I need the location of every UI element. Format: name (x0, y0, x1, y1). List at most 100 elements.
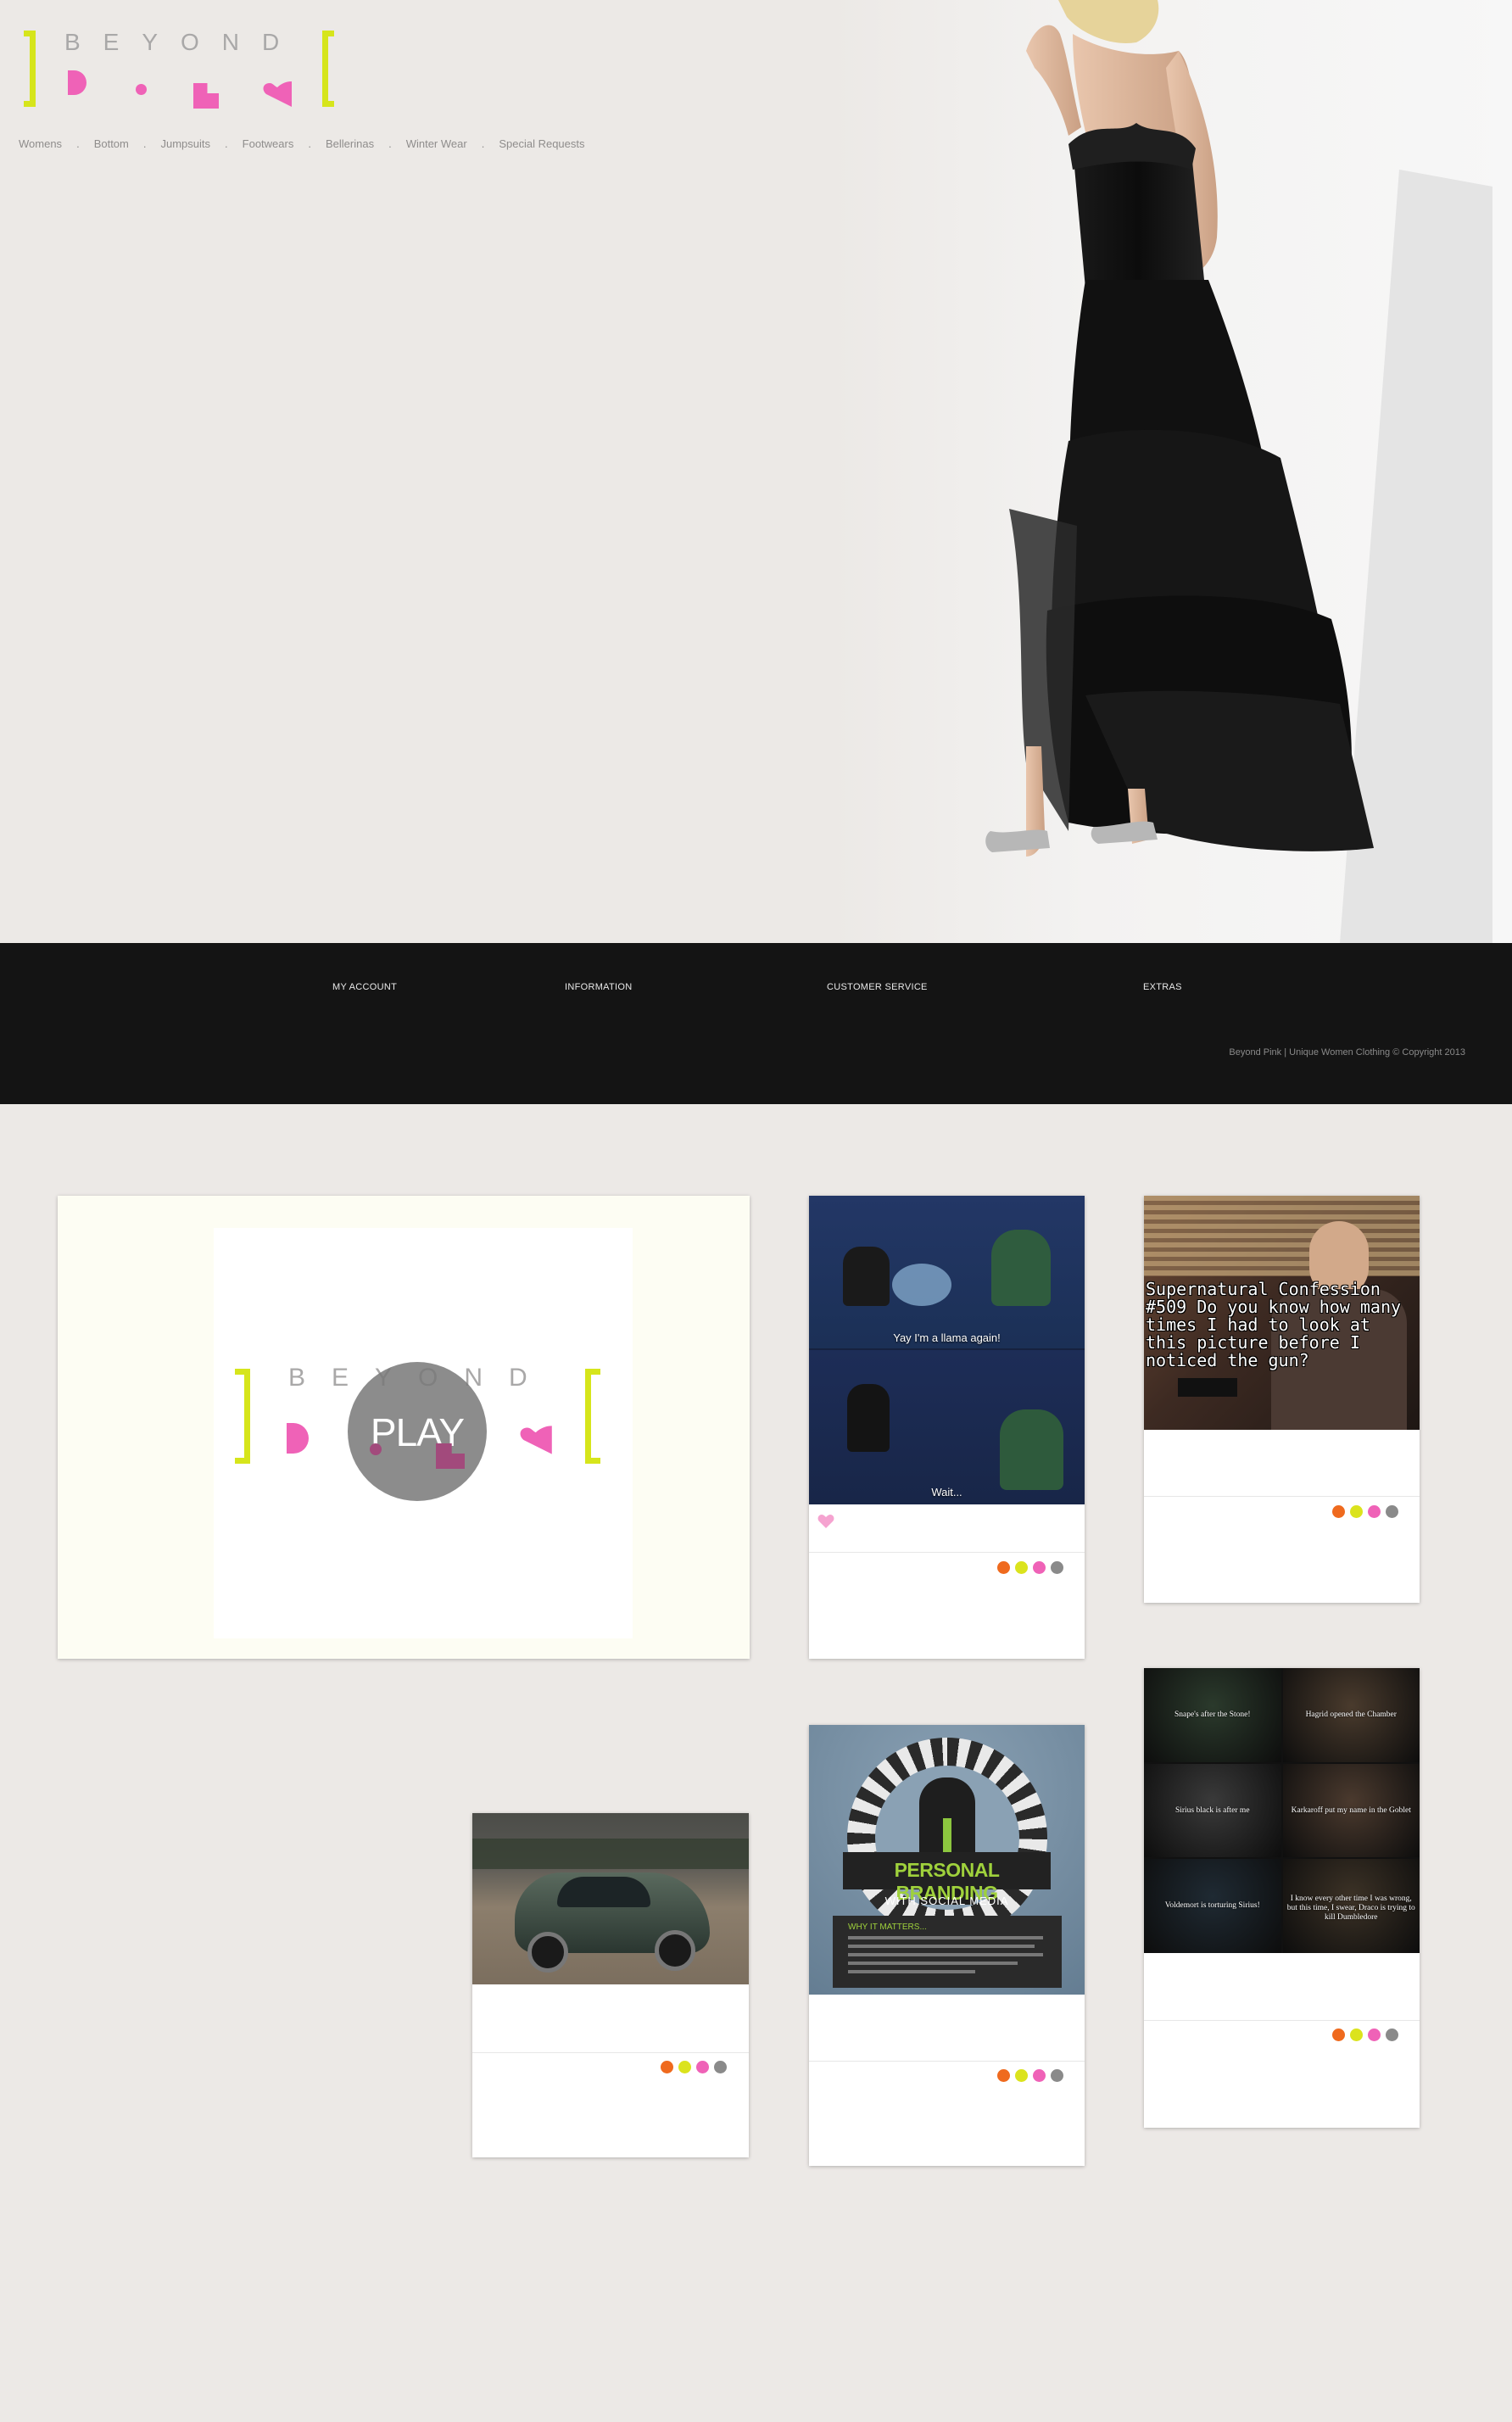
nav-separator: . (142, 137, 147, 150)
color-dot[interactable] (1368, 2029, 1381, 2041)
color-dot[interactable] (1033, 2069, 1046, 2082)
potter-caption: Hagrid opened the Chamber (1305, 1710, 1397, 1719)
info-panel: WHY IT MATTERS... (833, 1916, 1062, 1988)
llama-caption-top: Yay I'm a llama again! (893, 1331, 1001, 1344)
kronk-figure (991, 1230, 1051, 1306)
logo-pink-dot (136, 84, 147, 95)
footer-link-extras[interactable]: EXTRAS (1143, 982, 1182, 992)
nav-item-bellerinas[interactable]: Bellerinas (326, 137, 374, 150)
potter-panel: Snape's after the Stone! (1144, 1668, 1281, 1762)
color-dot[interactable] (1386, 1505, 1398, 1518)
potter-caption: I know every other time I was wrong, but… (1286, 1895, 1415, 1923)
pin-card-llama[interactable]: Yay I'm a llama again! Wait... (809, 1196, 1085, 1659)
play-button[interactable]: PLAY (348, 1362, 487, 1501)
color-dot[interactable] (1051, 1561, 1063, 1574)
color-dot[interactable] (1332, 1505, 1345, 1518)
logo-pink-heart (263, 81, 292, 107)
color-dot[interactable] (696, 2061, 709, 2073)
color-dot[interactable] (714, 2061, 727, 2073)
logo-bracket-left (24, 31, 36, 107)
footer-link-customer-service[interactable]: CUSTOMER SERVICE (827, 982, 928, 992)
play-pink-dot (370, 1443, 382, 1455)
nav-separator: . (308, 137, 311, 150)
color-dot[interactable] (1332, 2029, 1345, 2041)
crowd-band (472, 1839, 749, 1869)
color-dots (1332, 2029, 1398, 2041)
pin-card-supernatural[interactable]: Supernatural Confession #509 Do you know… (1144, 1196, 1420, 1603)
logo-bracket-right (322, 31, 334, 107)
logo-pink-n (193, 83, 219, 109)
color-dot[interactable] (1386, 2029, 1398, 2041)
color-dot[interactable] (1015, 2069, 1028, 2082)
potter-caption: Sirius black is after me (1174, 1805, 1250, 1815)
text-line (848, 1970, 975, 1973)
video-card: BEYOND PLAY (58, 1196, 750, 1659)
play-label: PLAY (370, 1410, 465, 1454)
nav-item-footwears[interactable]: Footwears (243, 137, 294, 150)
color-dot[interactable] (1350, 2029, 1363, 2041)
potter-panel: Hagrid opened the Chamber (1282, 1668, 1420, 1762)
video-logo-heart (520, 1426, 552, 1454)
llama-figure-2 (847, 1384, 890, 1452)
car-image (472, 1813, 749, 1984)
branding-subtitle: WITH SOCIAL MEDIA (884, 1895, 1009, 1907)
logo-word: BEYOND (64, 29, 303, 55)
color-dot[interactable] (1015, 1561, 1028, 1574)
nav-item-bottom[interactable]: Bottom (94, 137, 129, 150)
color-dot[interactable] (1368, 1505, 1381, 1518)
nav-separator: . (76, 137, 80, 150)
color-dots (1332, 1505, 1398, 1518)
water-splash (892, 1264, 951, 1306)
card-divider (809, 2061, 1085, 2062)
potter-panel: Sirius black is after me (1144, 1763, 1281, 1858)
potter-image: Snape's after the Stone! Hagrid opened th… (1144, 1668, 1420, 1953)
confession-text: Supernatural Confession #509 Do you know… (1146, 1279, 1402, 1370)
nav-item-womens[interactable]: Womens (19, 137, 62, 150)
model-photo (985, 0, 1492, 943)
footer-link-my-account[interactable]: MY ACCOUNT (332, 982, 397, 992)
category-nav: Womens. Bottom. Jumpsuits. Footwears. Beller… (19, 137, 585, 150)
nav-separator: . (225, 137, 228, 150)
pin-card-potter[interactable]: Snape's after the Stone! Hagrid opened th… (1144, 1668, 1420, 2128)
color-dots (661, 2061, 727, 2073)
color-dot[interactable] (1051, 2069, 1063, 2082)
text-line (848, 1936, 1043, 1939)
logo-pink-d (68, 70, 86, 95)
color-dots (997, 2069, 1063, 2082)
color-dot[interactable] (1350, 1505, 1363, 1518)
color-dot[interactable] (1033, 1561, 1046, 1574)
color-dot[interactable] (661, 2061, 673, 2073)
nav-item-jumpsuits[interactable]: Jumpsuits (161, 137, 211, 150)
color-dot[interactable] (997, 1561, 1010, 1574)
llama-panel-top: Yay I'm a llama again! (809, 1196, 1085, 1348)
branding-section: WHY IT MATTERS... (848, 1923, 927, 1932)
gun-shape (1178, 1378, 1237, 1397)
supernatural-image: Supernatural Confession #509 Do you know… (1144, 1196, 1420, 1430)
text-line (848, 1962, 1018, 1965)
llama-caption-bottom: Wait... (931, 1486, 962, 1498)
video-bracket-right (585, 1369, 600, 1464)
site-footer: MY ACCOUNT INFORMATION CUSTOMER SERVICE … (0, 943, 1512, 1104)
nav-item-special-requests[interactable]: Special Requests (499, 137, 584, 150)
text-line (848, 1953, 1043, 1956)
hero-banner: BEYOND Womens. Bottom. Jumpsuits. Footwears… (0, 0, 1512, 943)
llama-image: Yay I'm a llama again! Wait... (809, 1196, 1085, 1504)
pin-card-car[interactable] (472, 1813, 749, 2157)
car-window (557, 1877, 650, 1907)
text-line (848, 1945, 1035, 1948)
potter-caption: Voldemort is torturing Sirius! (1164, 1901, 1260, 1911)
color-dots (997, 1561, 1063, 1574)
branding-image: PERSONAL BRANDING WITH SOCIAL MEDIA WHY … (809, 1725, 1085, 1995)
color-dot[interactable] (997, 2069, 1010, 2082)
window-blinds (1144, 1196, 1420, 1276)
heart-icon[interactable] (817, 1514, 834, 1529)
card-divider (1144, 1496, 1420, 1497)
footer-link-information[interactable]: INFORMATION (565, 982, 632, 992)
color-dot[interactable] (678, 2061, 691, 2073)
potter-caption: Karkaroff put my name in the Goblet (1291, 1805, 1411, 1815)
potter-panel: Karkaroff put my name in the Goblet (1282, 1763, 1420, 1858)
potter-panel: I know every other time I was wrong, but… (1282, 1859, 1420, 1953)
nav-item-winter-wear[interactable]: Winter Wear (406, 137, 467, 150)
llama-panel-bottom: Wait... (809, 1350, 1085, 1504)
pin-card-personal-branding[interactable]: PERSONAL BRANDING WITH SOCIAL MEDIA WHY … (809, 1725, 1085, 2166)
